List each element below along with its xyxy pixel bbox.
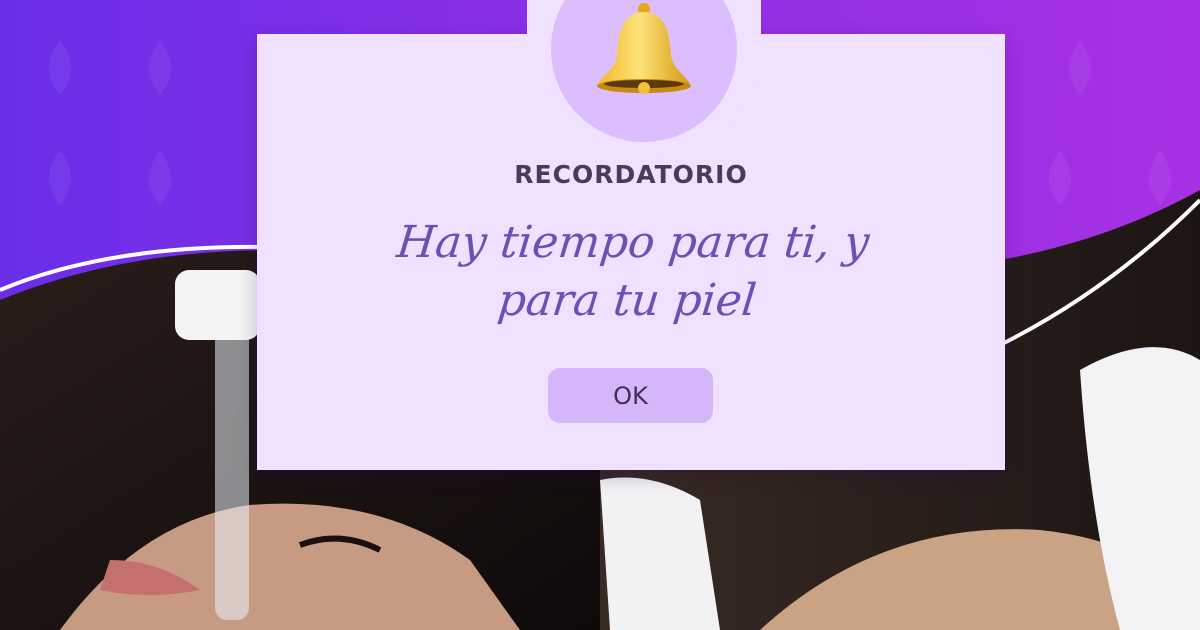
reminder-message-line2: para tu piel: [495, 275, 759, 326]
reminder-title: RECORDATORIO: [514, 160, 748, 189]
ok-button[interactable]: OK: [548, 368, 713, 423]
reminder-message: Hay tiempo para ti, y para tu piel: [324, 214, 936, 330]
reminder-message-line1: Hay tiempo para ti, y: [394, 217, 872, 268]
bell-icon: [597, 3, 691, 94]
